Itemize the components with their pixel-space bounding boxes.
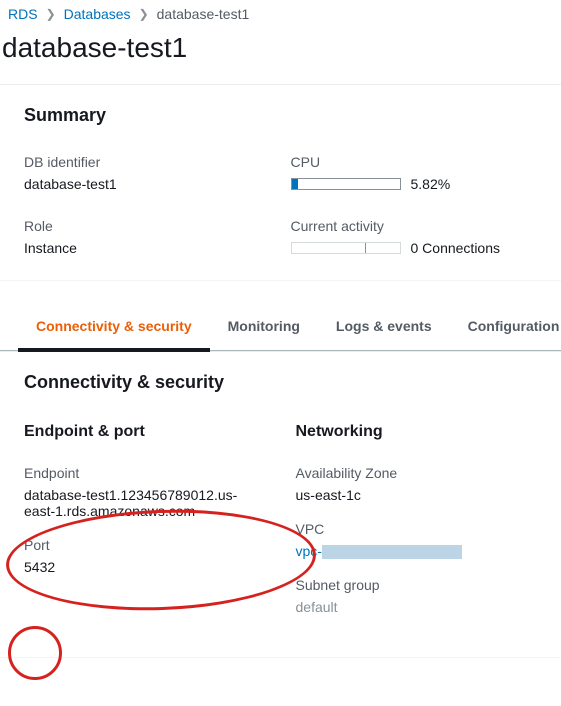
tab-monitoring[interactable]: Monitoring (210, 302, 318, 350)
vpc-link[interactable]: vpc- (296, 543, 462, 559)
breadcrumb-databases[interactable]: Databases (64, 6, 131, 22)
endpoint-label: Endpoint (24, 465, 266, 481)
az-value: us-east-1c (296, 487, 538, 503)
role-value: Instance (24, 240, 271, 256)
networking-heading: Networking (296, 423, 538, 441)
chevron-right-icon: ❯ (139, 7, 149, 21)
field-db-identifier: DB identifier database-test1 (24, 154, 271, 192)
summary-panel: Summary DB identifier database-test1 CPU… (0, 84, 561, 280)
port-label: Port (24, 537, 266, 553)
az-label: Availability Zone (296, 465, 538, 481)
activity-meter (291, 242, 401, 254)
activity-label: Current activity (291, 218, 538, 234)
endpoint-port-section: Endpoint & port Endpoint database-test1.… (24, 423, 266, 633)
cpu-value: 5.82% (411, 176, 451, 192)
field-activity: Current activity 0 Connections (291, 218, 538, 256)
page-title: database-test1 (0, 26, 561, 84)
networking-section: Networking Availability Zone us-east-1c … (296, 423, 538, 633)
endpoint-value: database-test1.123456789012.us-east-1.rd… (24, 487, 266, 519)
db-identifier-value: database-test1 (24, 176, 271, 192)
endpoint-port-heading: Endpoint & port (24, 423, 266, 441)
tabs: Connectivity & security Monitoring Logs … (0, 302, 561, 351)
connectivity-panel: Connectivity & security Endpoint & port … (0, 351, 561, 657)
summary-heading: Summary (24, 105, 537, 126)
breadcrumb: RDS ❯ Databases ❯ database-test1 (0, 0, 561, 26)
chevron-right-icon: ❯ (46, 7, 56, 21)
vpc-redacted (322, 545, 462, 559)
field-role: Role Instance (24, 218, 271, 256)
subnet-group-value: default (296, 599, 538, 615)
cpu-meter (291, 178, 401, 190)
cpu-label: CPU (291, 154, 538, 170)
port-value: 5432 (24, 559, 266, 575)
vpc-value: vpc- (296, 543, 538, 559)
vpc-label: VPC (296, 521, 538, 537)
tab-configuration[interactable]: Configuration (450, 302, 561, 350)
activity-value: 0 Connections (411, 240, 501, 256)
role-label: Role (24, 218, 271, 234)
subnet-group-label: Subnet group (296, 577, 538, 593)
breadcrumb-rds[interactable]: RDS (8, 6, 38, 22)
connectivity-heading: Connectivity & security (24, 372, 537, 393)
breadcrumb-current: database-test1 (157, 6, 250, 22)
tab-logs-events[interactable]: Logs & events (318, 302, 450, 350)
field-cpu: CPU 5.82% (291, 154, 538, 192)
tab-connectivity[interactable]: Connectivity & security (18, 302, 210, 350)
db-identifier-label: DB identifier (24, 154, 271, 170)
